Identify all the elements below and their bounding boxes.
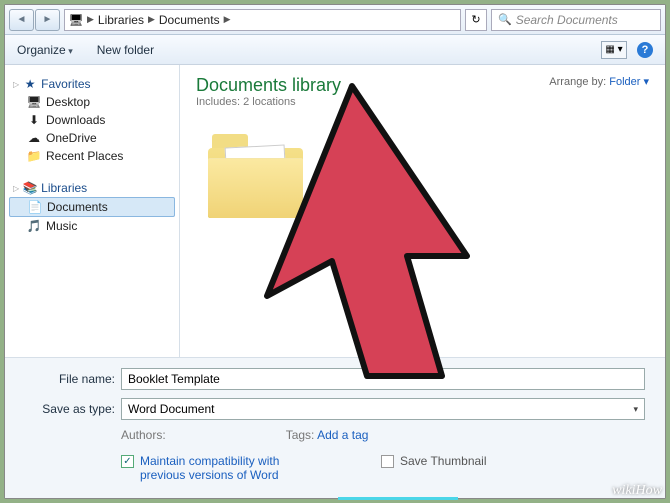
downloads-icon: ⬇ bbox=[27, 113, 41, 127]
library-title: Documents library bbox=[196, 75, 341, 96]
nav-back-button[interactable]: ◄ bbox=[9, 9, 34, 31]
breadcrumb-documents[interactable]: Documents bbox=[159, 13, 220, 27]
nav-pane: ★Favorites 🖥Desktop ⬇Downloads ☁OneDrive… bbox=[5, 65, 180, 357]
nav-desktop[interactable]: 🖥Desktop bbox=[9, 93, 175, 111]
star-icon: ★ bbox=[23, 77, 37, 91]
music-icon: 🎵 bbox=[27, 219, 41, 233]
authors-label: Authors: bbox=[121, 428, 166, 442]
filename-input[interactable] bbox=[121, 368, 645, 390]
search-input[interactable]: Search Documents bbox=[491, 9, 661, 31]
savetype-label: Save as type: bbox=[25, 402, 115, 416]
toolbar: Organize New folder ▦ ▾ ? bbox=[5, 35, 665, 65]
address-bar: ◄ ► 🖥 ▶ Libraries ▶ Documents ▶ ↻ Search… bbox=[5, 5, 665, 35]
organize-button[interactable]: Organize bbox=[17, 43, 73, 57]
tags-label: Tags: bbox=[286, 428, 315, 442]
accent-bar bbox=[338, 497, 458, 500]
desktop-icon: 🖥 bbox=[27, 95, 41, 109]
nav-forward-button[interactable]: ► bbox=[35, 9, 60, 31]
libraries-icon: 📚 bbox=[23, 181, 37, 195]
recent-icon: 📁 bbox=[27, 149, 41, 163]
watermark: wikiHow bbox=[612, 483, 662, 499]
folder-icon[interactable] bbox=[204, 128, 314, 218]
save-dialog: ◄ ► 🖥 ▶ Libraries ▶ Documents ▶ ↻ Search… bbox=[4, 4, 666, 499]
documents-icon: 📄 bbox=[28, 200, 42, 214]
breadcrumb-libraries[interactable]: Libraries bbox=[98, 13, 144, 27]
filename-label: File name: bbox=[25, 372, 115, 386]
nav-libraries[interactable]: 📚Libraries bbox=[9, 179, 175, 197]
nav-recent[interactable]: 📁Recent Places bbox=[9, 147, 175, 165]
folder-view[interactable] bbox=[180, 112, 665, 357]
refresh-button[interactable]: ↻ bbox=[465, 9, 487, 31]
nav-music[interactable]: 🎵Music bbox=[9, 217, 175, 235]
save-panel: File name: Save as type: Word Document A… bbox=[5, 357, 665, 498]
help-button[interactable]: ? bbox=[637, 42, 653, 58]
breadcrumb[interactable]: 🖥 ▶ Libraries ▶ Documents ▶ bbox=[64, 9, 461, 31]
checkbox-checked-icon: ✓ bbox=[121, 455, 134, 468]
nav-downloads[interactable]: ⬇Downloads bbox=[9, 111, 175, 129]
new-folder-button[interactable]: New folder bbox=[97, 43, 154, 57]
savetype-combo[interactable]: Word Document bbox=[121, 398, 645, 420]
thumbnail-checkbox[interactable]: ✓ Save Thumbnail bbox=[381, 454, 487, 468]
nav-favorites[interactable]: ★Favorites bbox=[9, 75, 175, 93]
tags-add[interactable]: Add a tag bbox=[317, 428, 368, 442]
nav-documents[interactable]: 📄Documents bbox=[9, 197, 175, 217]
library-subtitle: Includes: 2 locations bbox=[196, 96, 341, 108]
checkbox-unchecked-icon: ✓ bbox=[381, 455, 394, 468]
cloud-icon: ☁ bbox=[27, 131, 41, 145]
view-button[interactable]: ▦ ▾ bbox=[601, 41, 627, 59]
computer-icon: 🖥 bbox=[69, 13, 83, 27]
compat-checkbox[interactable]: ✓ Maintain compatibility with previous v… bbox=[121, 454, 281, 482]
arrange-by[interactable]: Arrange by: Folder ▾ bbox=[549, 75, 649, 108]
nav-onedrive[interactable]: ☁OneDrive bbox=[9, 129, 175, 147]
